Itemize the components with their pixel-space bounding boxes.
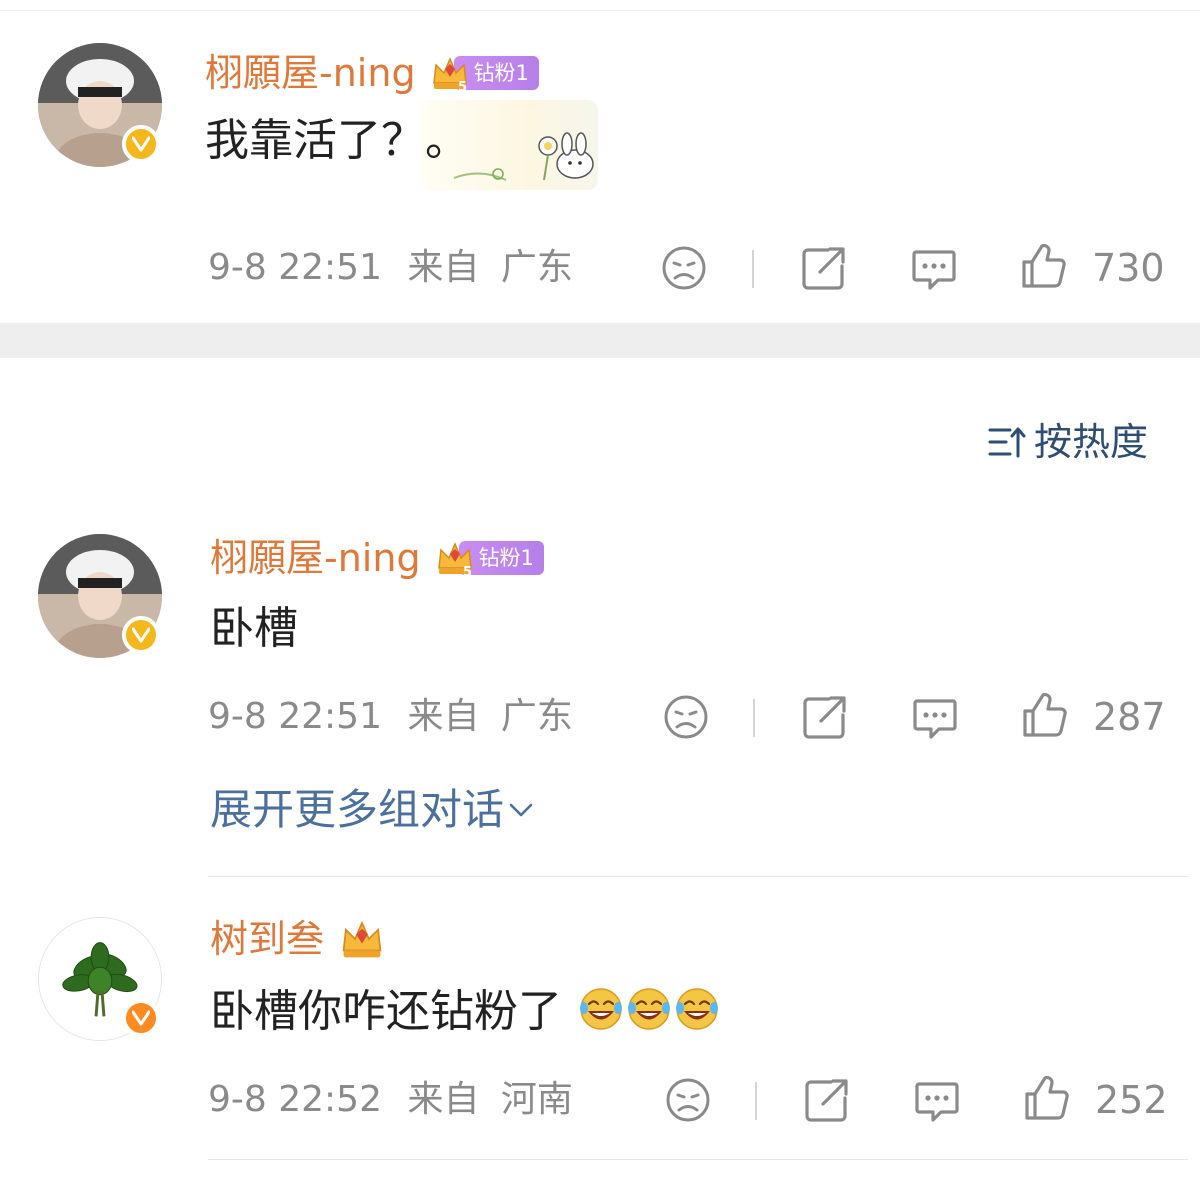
thumbs-up-icon[interactable]	[1023, 1074, 1071, 1122]
comment-meta: 9-8 22:52 来自 河南	[208, 1077, 573, 1123]
fan-badge[interactable]: 5 钻粉1	[435, 535, 544, 581]
location: 广东	[500, 247, 573, 288]
verified-badge	[122, 999, 160, 1037]
comment-text: 我靠活了？。	[205, 115, 469, 166]
timestamp: 9-8 22:52	[208, 1079, 382, 1120]
expand-thread-link[interactable]: 展开更多组对话	[210, 782, 534, 838]
comment-meta: 9-8 22:51 来自 广东	[208, 694, 573, 740]
verified-badge	[122, 616, 160, 654]
timestamp: 9-8 22:51	[208, 247, 382, 288]
sort-icon	[988, 427, 1026, 458]
comment-text: 卧槽	[210, 603, 298, 654]
chevron-down-icon	[509, 803, 533, 817]
from-label: 来自	[407, 247, 480, 288]
dislike-face-icon[interactable]	[664, 1076, 712, 1124]
comment-text: 卧槽你咋还钻粉了	[210, 983, 720, 1041]
location: 河南	[500, 1079, 573, 1120]
badge-level: 5	[458, 80, 467, 93]
share-icon[interactable]	[803, 1076, 851, 1124]
like-count: 252	[1095, 1078, 1168, 1122]
section-gap	[0, 323, 1200, 358]
v-check-icon	[132, 1010, 150, 1026]
sort-by-hot-button[interactable]: 按热度	[988, 417, 1148, 467]
crown-icon: 5	[437, 542, 472, 578]
sort-label: 按热度	[1034, 420, 1149, 464]
action-separator	[753, 699, 755, 737]
like-count: 730	[1092, 246, 1165, 290]
like-count: 287	[1093, 695, 1166, 739]
from-label: 来自	[407, 1079, 480, 1120]
dislike-face-icon[interactable]	[660, 244, 708, 292]
from-label: 来自	[407, 696, 480, 737]
username[interactable]: 栩願屋-ning	[210, 533, 421, 583]
crown-icon[interactable]	[338, 916, 386, 962]
share-icon[interactable]	[800, 244, 848, 292]
badge-level: 5	[463, 565, 472, 578]
v-check-icon	[132, 627, 150, 643]
timestamp: 9-8 22:51	[208, 696, 382, 737]
comment-meta: 9-8 22:51 来自 广东	[208, 245, 573, 291]
username[interactable]: 栩願屋-ning	[205, 48, 416, 98]
v-check-icon	[132, 136, 150, 152]
avatar[interactable]	[38, 534, 162, 658]
action-separator	[752, 250, 754, 288]
laugh-cry-emoji-icon	[628, 988, 670, 1030]
expand-label: 展开更多组对话	[210, 785, 505, 834]
verified-badge	[122, 125, 160, 163]
thread-divider	[208, 876, 1188, 877]
avatar[interactable]	[38, 917, 162, 1041]
action-separator	[755, 1082, 757, 1120]
thumbs-up-icon[interactable]	[1020, 242, 1068, 290]
share-icon[interactable]	[801, 693, 849, 741]
bottom-divider	[208, 1159, 1188, 1160]
username[interactable]: 树到叁	[210, 914, 324, 964]
dislike-face-icon[interactable]	[662, 693, 710, 741]
comment-body: 卧槽你咋还钻粉了	[210, 986, 562, 1037]
comment-header: 树到叁	[210, 914, 386, 964]
comment-header: 栩願屋-ning 5 钻粉1	[205, 48, 539, 98]
comment-icon[interactable]	[913, 1076, 961, 1124]
laugh-cry-emoji-icon	[676, 988, 718, 1030]
comment-header: 栩願屋-ning 5 钻粉1	[210, 533, 544, 583]
avatar[interactable]	[38, 43, 162, 167]
comment-icon[interactable]	[910, 244, 958, 292]
thumbs-up-icon[interactable]	[1021, 691, 1069, 739]
top-divider	[0, 10, 1200, 11]
fan-badge[interactable]: 5 钻粉1	[430, 50, 539, 96]
crown-icon: 5	[432, 57, 467, 93]
location: 广东	[500, 696, 573, 737]
comment-icon[interactable]	[911, 693, 959, 741]
laugh-cry-emoji-icon	[580, 988, 622, 1030]
